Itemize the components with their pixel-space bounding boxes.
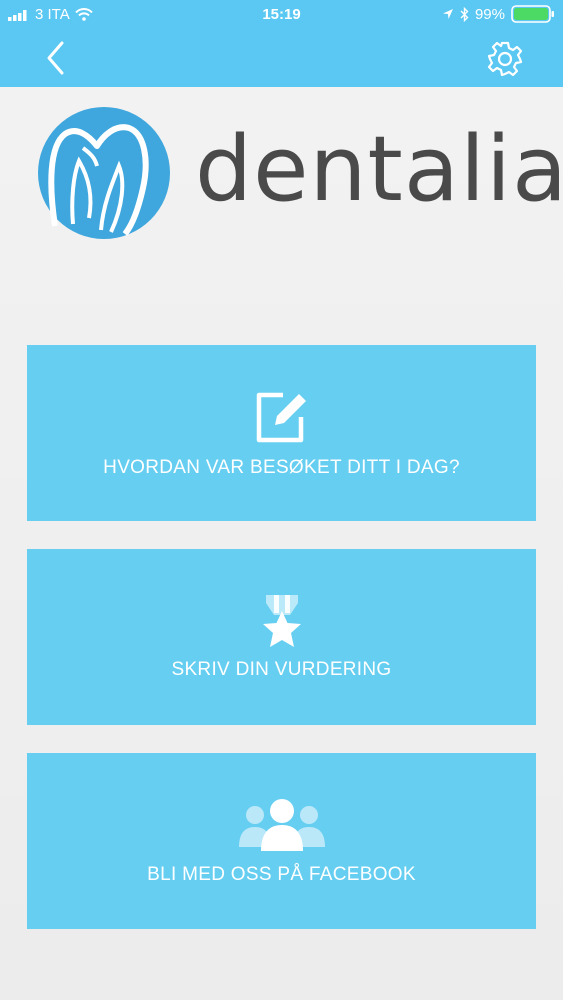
medal-star-icon bbox=[262, 595, 301, 647]
app-header: 3 ITA 15:19 99% bbox=[0, 0, 563, 87]
tile-icon-wrap bbox=[27, 795, 536, 851]
battery-percent: 99% bbox=[474, 5, 505, 23]
main-content: dentalia HVORDAN VAR BESØKET DITT I DAG?… bbox=[0, 87, 563, 1000]
bluetooth-icon bbox=[460, 6, 469, 22]
battery-icon bbox=[511, 5, 554, 23]
back-button[interactable] bbox=[36, 38, 76, 78]
tile-icon-wrap bbox=[27, 593, 536, 651]
location-arrow-icon bbox=[442, 9, 453, 19]
review-tile-label: SKRIV DIN VURDERING bbox=[171, 659, 392, 680]
tile-icon-wrap bbox=[27, 389, 536, 445]
gear-icon bbox=[487, 41, 523, 77]
chevron-left-icon bbox=[47, 41, 64, 75]
feedback-tile[interactable]: HVORDAN VAR BESØKET DITT I DAG? bbox=[27, 345, 536, 521]
review-tile[interactable]: SKRIV DIN VURDERING bbox=[27, 549, 536, 725]
feedback-tile-label: HVORDAN VAR BESØKET DITT I DAG? bbox=[103, 457, 460, 478]
tooth-logo-icon bbox=[38, 107, 170, 239]
settings-button[interactable] bbox=[484, 38, 526, 80]
status-bar: 3 ITA 15:19 99% bbox=[0, 0, 563, 30]
edit-icon bbox=[256, 392, 306, 443]
facebook-tile-label: BLI MED OSS PÅ FACEBOOK bbox=[147, 864, 416, 885]
users-icon bbox=[238, 799, 325, 851]
facebook-tile[interactable]: BLI MED OSS PÅ FACEBOOK bbox=[27, 753, 536, 929]
status-right: 99% bbox=[442, 5, 555, 23]
brand-name: dentalia bbox=[195, 117, 563, 222]
brand-logo: dentalia bbox=[37, 106, 563, 246]
